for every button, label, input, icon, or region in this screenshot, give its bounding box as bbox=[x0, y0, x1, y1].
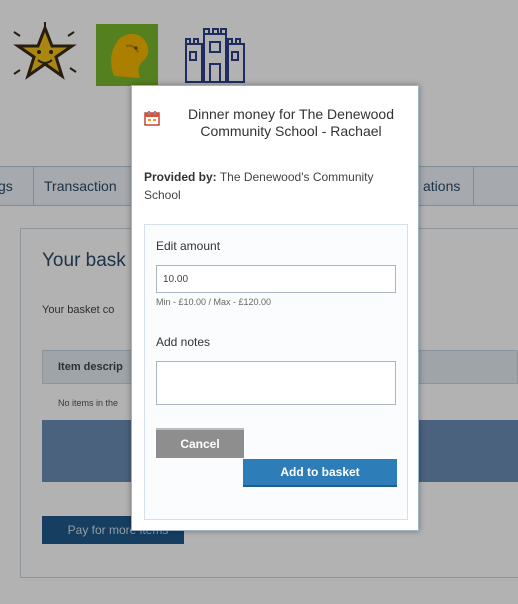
provider-info: Provided by: The Denewood's Community Sc… bbox=[144, 168, 408, 204]
notes-input[interactable] bbox=[156, 361, 396, 405]
dialog-title: Dinner money for The Denewood Community … bbox=[188, 106, 394, 139]
edit-amount-label: Edit amount bbox=[156, 239, 221, 253]
amount-input[interactable] bbox=[156, 265, 396, 293]
calendar-icon bbox=[144, 111, 160, 126]
cancel-button[interactable]: Cancel bbox=[156, 428, 244, 458]
add-notes-label: Add notes bbox=[156, 335, 211, 349]
amount-form: Edit amount Min - £10.00 / Max - £120.00… bbox=[144, 224, 408, 520]
provider-label: Provided by: bbox=[144, 170, 217, 184]
amount-limits-text: Min - £10.00 / Max - £120.00 bbox=[156, 297, 272, 307]
edit-amount-dialog: Dinner money for The Denewood Community … bbox=[131, 85, 419, 531]
add-to-basket-button[interactable]: Add to basket bbox=[243, 459, 397, 487]
